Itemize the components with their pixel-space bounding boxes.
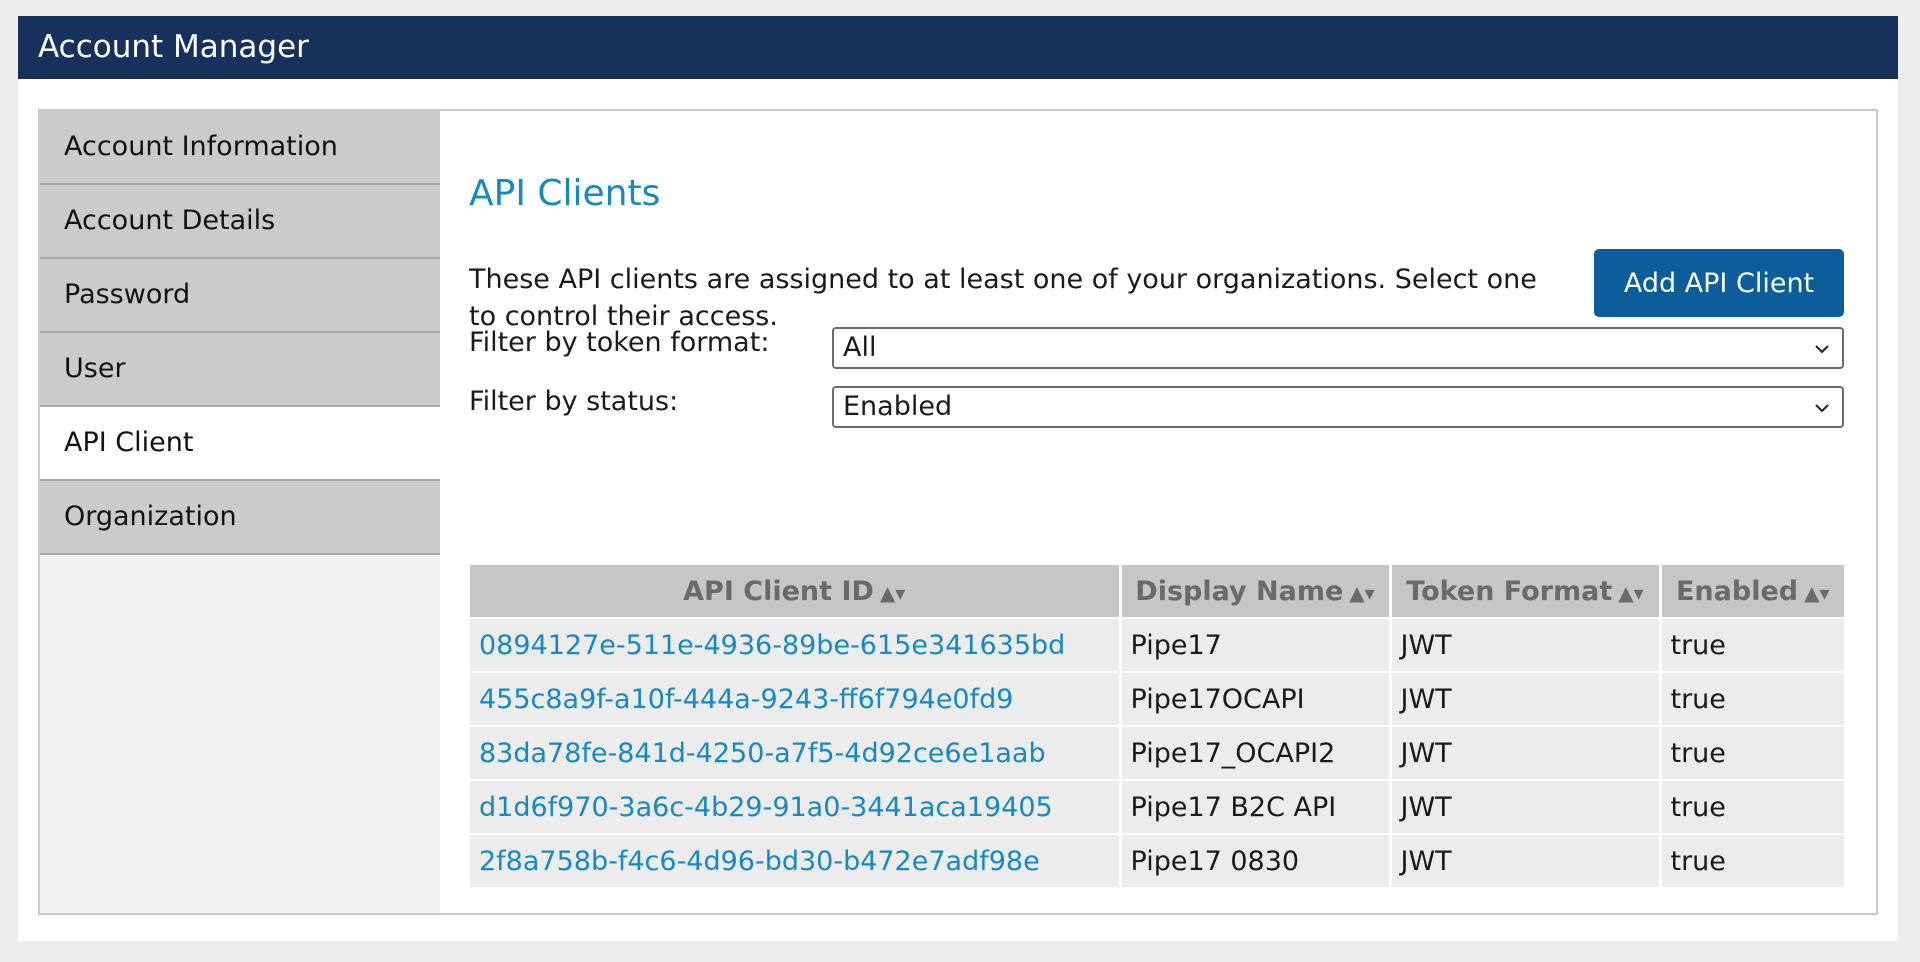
app-window: Account Manager Account Information Acco…: [18, 16, 1898, 941]
display-name-cell: Pipe17 B2C API: [1120, 779, 1392, 834]
display-name-cell: Pipe17 0830: [1120, 833, 1392, 887]
sort-icon: ▲▾: [1618, 580, 1644, 605]
sidebar: Account Information Account Details Pass…: [40, 111, 440, 913]
status-select[interactable]: Enabled: [832, 386, 1844, 428]
page-title: API Clients: [469, 173, 661, 214]
display-name-cell: Pipe17: [1120, 617, 1392, 672]
sidebar-item-api-client[interactable]: API Client: [40, 407, 440, 481]
api-client-id-link[interactable]: d1d6f970-3a6c-4b29-91a0-3441aca19405: [470, 779, 1122, 834]
add-api-client-button[interactable]: Add API Client: [1594, 249, 1844, 317]
token-format-cell: JWT: [1390, 833, 1662, 887]
display-name-cell: Pipe17_OCAPI2: [1120, 725, 1392, 780]
token-format-select-value: All: [843, 332, 877, 363]
api-client-id-link[interactable]: 83da78fe-841d-4250-a7f5-4d92ce6e1aab: [470, 725, 1122, 780]
app-title: Account Manager: [18, 16, 1898, 79]
table-row: d1d6f970-3a6c-4b29-91a0-3441aca19405 Pip…: [470, 779, 1844, 834]
status-filter-label: Filter by status:: [469, 386, 679, 417]
table-row: 83da78fe-841d-4250-a7f5-4d92ce6e1aab Pip…: [470, 725, 1844, 780]
sidebar-item-account-information[interactable]: Account Information: [40, 111, 440, 185]
table-row: 2f8a758b-f4c6-4d96-bd30-b472e7adf98e Pip…: [470, 833, 1844, 887]
table-row: 0894127e-511e-4936-89be-615e341635bd Pip…: [470, 617, 1844, 672]
display-name-cell: Pipe17OCAPI: [1120, 671, 1392, 726]
api-client-id-link[interactable]: 0894127e-511e-4936-89be-615e341635bd: [470, 617, 1122, 672]
api-clients-table: API Client ID ▲▾ Display Name ▲▾ Token For…: [470, 565, 1844, 887]
token-format-cell: JWT: [1390, 617, 1662, 672]
sort-icon: ▲▾: [1349, 580, 1375, 605]
chevron-down-icon: [1815, 345, 1829, 354]
token-format-cell: JWT: [1390, 671, 1662, 726]
sidebar-item-organization[interactable]: Organization: [40, 481, 440, 555]
column-header-display-name[interactable]: Display Name ▲▾: [1120, 565, 1392, 618]
enabled-cell: true: [1660, 725, 1844, 780]
token-format-cell: JWT: [1390, 779, 1662, 834]
sort-icon: ▲▾: [1804, 580, 1830, 605]
api-client-id-link[interactable]: 2f8a758b-f4c6-4d96-bd30-b472e7adf98e: [470, 833, 1122, 887]
sort-icon: ▲▾: [879, 580, 906, 605]
token-format-filter-label: Filter by token format:: [469, 327, 770, 358]
sidebar-item-password[interactable]: Password: [40, 259, 440, 333]
enabled-cell: true: [1660, 671, 1844, 726]
chevron-down-icon: [1815, 404, 1829, 413]
token-format-select[interactable]: All: [832, 327, 1844, 369]
column-header-token-format[interactable]: Token Format ▲▾: [1390, 565, 1662, 618]
enabled-cell: true: [1660, 617, 1844, 672]
table-row: 455c8a9f-a10f-444a-9243-ff6f794e0fd9 Pip…: [470, 671, 1844, 726]
column-header-enabled[interactable]: Enabled ▲▾: [1660, 565, 1844, 618]
sidebar-item-account-details[interactable]: Account Details: [40, 185, 440, 259]
content-area: API Clients These API clients are assign…: [440, 111, 1876, 913]
table-header-row: API Client ID ▲▾ Display Name ▲▾ Token For…: [470, 565, 1844, 618]
sidebar-item-user[interactable]: User: [40, 333, 440, 407]
main-panel: Account Information Account Details Pass…: [38, 109, 1878, 915]
enabled-cell: true: [1660, 779, 1844, 834]
column-header-api-client-id[interactable]: API Client ID ▲▾: [470, 565, 1122, 618]
token-format-cell: JWT: [1390, 725, 1662, 780]
page-description: These API clients are assigned to at lea…: [469, 264, 1537, 332]
enabled-cell: true: [1660, 833, 1844, 887]
status-select-value: Enabled: [843, 391, 953, 422]
api-client-id-link[interactable]: 455c8a9f-a10f-444a-9243-ff6f794e0fd9: [470, 671, 1122, 726]
